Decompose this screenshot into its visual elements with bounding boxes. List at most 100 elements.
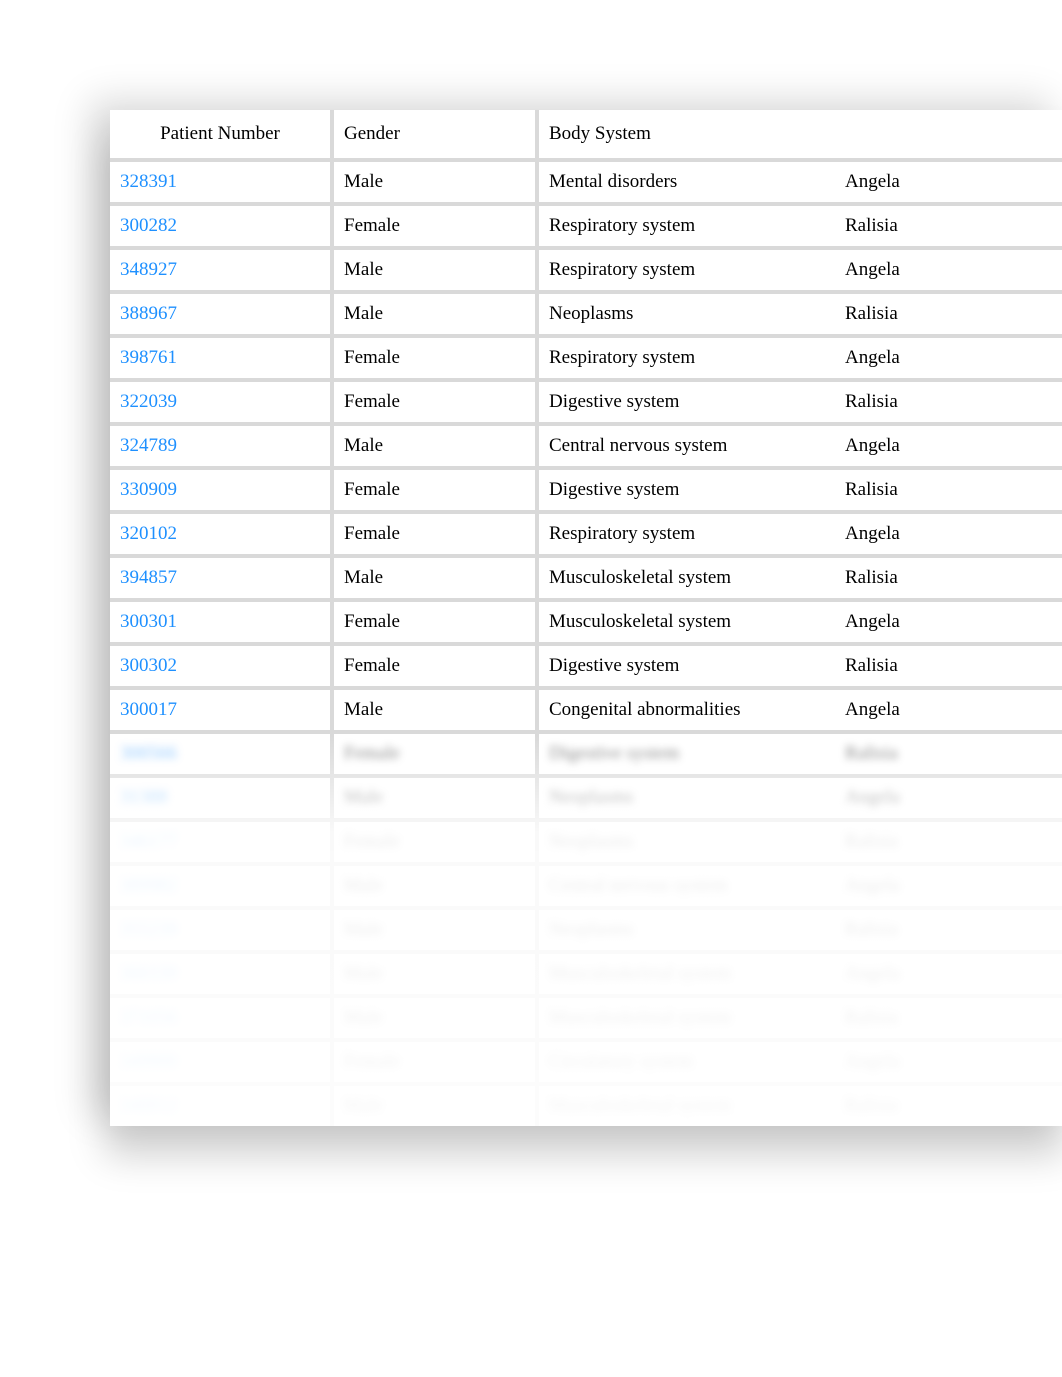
assignee-cell: Ralisia	[845, 655, 898, 676]
assignee-cell: Angela	[845, 875, 900, 896]
body-system-cell: Neoplasms	[549, 831, 633, 853]
table-row: 300302 Female Digestive system Ralisia	[110, 642, 1062, 686]
table-row: 320102FemaleRespiratory systemAngela	[110, 510, 1062, 554]
assignee-cell: Angela	[845, 259, 900, 280]
header-body-system: Body System	[535, 110, 805, 158]
gender-cell: Male	[344, 699, 383, 721]
body-system-cell: Respiratory system	[549, 215, 695, 237]
patient-number-link[interactable]: 300282	[120, 215, 177, 236]
table-header-row: Patient Number Gender Body System	[110, 110, 1062, 158]
patient-number-link[interactable]: 348927	[120, 259, 177, 280]
patient-number-link[interactable]: 355239	[120, 919, 177, 940]
table-row: 371056 Male Musculoskeletal system Ralisia	[110, 994, 1062, 1038]
gender-cell: Female	[344, 391, 400, 413]
patient-number-link[interactable]: 349900	[120, 1051, 177, 1072]
patient-number-link[interactable]: 324789	[120, 435, 177, 456]
body-system-cell: Musculoskeletal system	[549, 963, 731, 985]
assignee-cell: Angela	[845, 1051, 900, 1072]
body-system-cell: Respiratory system	[549, 347, 695, 369]
assignee-cell: Angela	[845, 699, 900, 720]
patient-number-link[interactable]: 300302	[120, 655, 177, 676]
table-row: 348927MaleRespiratory systemAngela	[110, 246, 1062, 290]
assignee-cell: Ralisia	[845, 479, 898, 500]
patient-number-link[interactable]: 346177	[120, 831, 177, 852]
assignee-cell: Ralisia	[845, 567, 898, 588]
table-row: 300301 Female Musculoskeletal system Angela	[110, 598, 1062, 642]
patient-number-link[interactable]: 328391	[120, 171, 177, 192]
body-system-cell: Musculoskeletal system	[549, 1095, 731, 1117]
patient-number-link[interactable]: 348812	[120, 1095, 177, 1116]
table-row: 394857 Male Musculoskeletal system Ralisia	[110, 554, 1062, 598]
assignee-cell: Angela	[845, 171, 900, 192]
patient-number-link[interactable]: 388967	[120, 303, 177, 324]
gender-cell: Female	[344, 611, 400, 633]
table-row: 328391 Male Mental disorders Angela	[110, 158, 1062, 202]
body-system-cell: Musculoskeletal system	[549, 567, 731, 589]
table-row: 31388MaleNeoplasmsAngela	[110, 774, 1062, 818]
table-row: 360339 Male Musculoskeletal system Angela	[110, 950, 1062, 994]
table-row: 389982MaleCentral nervous systemAngela	[110, 862, 1062, 906]
patient-number-link[interactable]: 398761	[120, 347, 177, 368]
patient-number-link[interactable]: 330909	[120, 479, 177, 500]
assignee-cell: Angela	[845, 963, 900, 984]
table-row: 348812 Male Musculoskeletal system Ralisia	[110, 1082, 1062, 1126]
body-system-cell: Digestive system	[549, 479, 679, 501]
assignee-cell: Ralisia	[845, 919, 898, 940]
patient-number-link[interactable]: 31388	[120, 787, 168, 808]
assignee-cell: Ralisia	[845, 1007, 898, 1028]
gender-cell: Male	[344, 1007, 383, 1029]
gender-cell: Male	[344, 259, 383, 281]
assignee-cell: Ralisia	[845, 1095, 898, 1116]
body-system-cell: Neoplasms	[549, 919, 633, 941]
body-system-cell: Circulatory system	[549, 1051, 693, 1073]
gender-cell: Female	[344, 215, 400, 237]
assignee-cell: Angela	[845, 347, 900, 368]
patient-number-link[interactable]: 300301	[120, 611, 177, 632]
body-system-cell: Musculoskeletal system	[549, 611, 731, 633]
header-patient-number: Patient Number	[110, 123, 330, 145]
gender-cell: Male	[344, 171, 383, 193]
body-system-cell: Mental disorders	[549, 171, 677, 193]
assignee-cell: Ralisia	[845, 831, 898, 852]
gender-cell: Female	[344, 479, 400, 501]
patient-number-link[interactable]: 394857	[120, 567, 177, 588]
header-gender: Gender	[330, 110, 535, 158]
gender-cell: Male	[344, 919, 383, 941]
table-row: 330909 Female Digestive system Ralisia	[110, 466, 1062, 510]
table-row: 322039 Female Digestive system Ralisia	[110, 378, 1062, 422]
assignee-cell: Ralisia	[845, 303, 898, 324]
patient-number-link[interactable]: 300566	[120, 743, 177, 764]
body-system-cell: Digestive system	[549, 391, 679, 413]
patient-number-link[interactable]: 371056	[120, 1007, 177, 1028]
body-system-cell: Digestive system	[549, 655, 679, 677]
gender-cell: Male	[344, 875, 383, 897]
gender-cell: Male	[344, 567, 383, 589]
assignee-cell: Angela	[845, 523, 900, 544]
body-system-cell: Neoplasms	[549, 787, 633, 809]
table-row: 346177 Female Neoplasms Ralisia	[110, 818, 1062, 862]
body-system-cell: Digestive system	[549, 743, 679, 765]
assignee-cell: Angela	[845, 611, 900, 632]
assignee-cell: Ralisia	[845, 391, 898, 412]
body-system-cell: Neoplasms	[549, 303, 633, 325]
table-row: 398761FemaleRespiratory systemAngela	[110, 334, 1062, 378]
body-system-cell: Musculoskeletal system	[549, 1007, 731, 1029]
gender-cell: Female	[344, 831, 400, 853]
assignee-cell: Ralisia	[845, 743, 898, 764]
patient-number-link[interactable]: 360339	[120, 963, 177, 984]
patient-number-link[interactable]: 300017	[120, 699, 177, 720]
patient-number-link[interactable]: 320102	[120, 523, 177, 544]
table-row: 349900FemaleCirculatory systemAngela	[110, 1038, 1062, 1082]
table-row: 300282FemaleRespiratory systemRalisia	[110, 202, 1062, 246]
gender-cell: Male	[344, 1095, 383, 1117]
patient-table: Patient Number Gender Body System 328391…	[110, 110, 1062, 1126]
patient-number-link[interactable]: 389982	[120, 875, 177, 896]
gender-cell: Female	[344, 655, 400, 677]
body-system-cell: Respiratory system	[549, 523, 695, 545]
gender-cell: Male	[344, 787, 383, 809]
table-row: 355239 Male Neoplasms Ralisia	[110, 906, 1062, 950]
patient-number-link[interactable]: 322039	[120, 391, 177, 412]
body-system-cell: Congenital abnormalities	[549, 699, 741, 721]
gender-cell: Male	[344, 963, 383, 985]
table-row: 388967MaleNeoplasmsRalisia	[110, 290, 1062, 334]
